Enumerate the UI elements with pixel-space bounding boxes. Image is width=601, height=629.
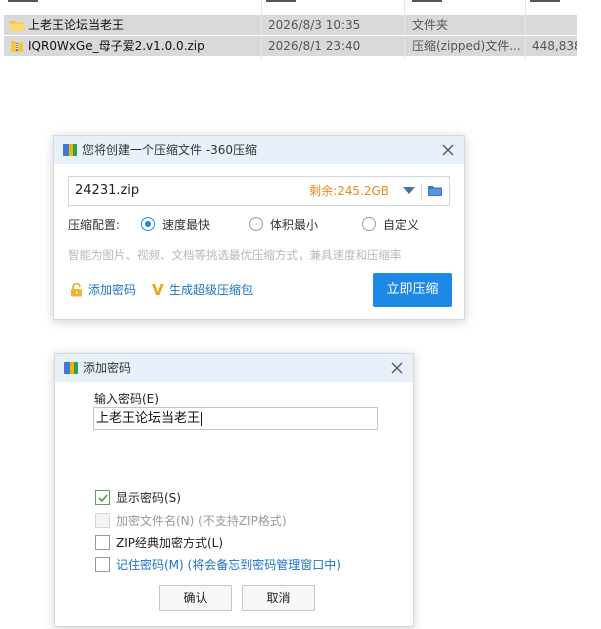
close-icon[interactable]	[389, 360, 405, 376]
radio-label: 速度最快	[162, 218, 211, 232]
config-label: 压缩配置:	[68, 218, 121, 232]
archive-name-field[interactable]: 24231.zip 剩余:245.2GB	[68, 176, 450, 206]
column-header-fragment	[412, 0, 442, 6]
column-divider	[404, 0, 405, 60]
file-size	[532, 15, 577, 35]
password-input[interactable]: 上老王论坛当老王	[93, 407, 378, 430]
zip-file-icon	[11, 41, 23, 52]
folder-icon	[10, 21, 24, 31]
file-type: 文件夹	[412, 18, 449, 32]
compress-dialog-title: 您将创建一个压缩文件 -360压缩	[82, 143, 258, 157]
file-list: 上老王论坛当老王 2026/8/3 10:35 文件夹 IQR0WxGe_母子爱…	[0, 0, 601, 60]
360zip-app-icon	[63, 144, 77, 156]
checkbox-disabled	[95, 513, 110, 528]
360zip-app-icon	[64, 362, 78, 374]
checkbox-label: 显示密码(S)	[116, 491, 181, 505]
super-package-label: 生成超级压缩包	[169, 283, 254, 297]
check-icon	[98, 494, 108, 503]
column-header-fragment	[530, 0, 560, 6]
compress-dialog-title-bar[interactable]: 您将创建一个压缩文件 -360压缩	[54, 136, 464, 164]
column-divider	[525, 0, 526, 60]
add-password-dialog: 添加密码 输入密码(E) 上老王论坛当老王 显示密码(S) 加密文件名(N) (…	[54, 353, 414, 627]
compress-now-button[interactable]: 立即压缩	[373, 273, 452, 307]
archive-name-value[interactable]: 24231.zip	[75, 177, 139, 205]
checkbox-unchecked	[95, 557, 110, 572]
radio-label: 自定义	[383, 218, 420, 232]
checkbox-label: 记住密码(M) (将会备忘到密码管理窗口中)	[116, 558, 341, 572]
file-row[interactable]: 上老王论坛当老王 2026/8/3 10:35 文件夹	[4, 15, 577, 35]
column-header-fragment	[266, 0, 296, 6]
remaining-space: 剩余:245.2GB	[309, 184, 389, 198]
lock-icon	[71, 283, 82, 297]
column-header-fragment	[8, 0, 38, 6]
password-dialog-title-bar[interactable]: 添加密码	[55, 354, 413, 382]
password-dialog-title: 添加密码	[83, 361, 132, 375]
divider	[421, 183, 422, 199]
compression-hint: 智能为图片、视频、文档等挑选最优压缩方式，兼具速度和压缩率	[68, 248, 402, 262]
radio-unselected-icon	[249, 217, 263, 231]
file-date: 2026/8/3 10:35	[268, 18, 361, 32]
close-icon[interactable]	[440, 142, 456, 158]
vip-v-icon: V	[152, 281, 164, 299]
add-password-label: 添加密码	[88, 283, 137, 297]
compress-dialog: 您将创建一个压缩文件 -360压缩 24231.zip 剩余:245.2GB 压…	[53, 135, 465, 320]
file-name: 上老王论坛当老王	[28, 18, 125, 32]
radio-unselected-icon	[362, 217, 376, 231]
file-type: 压缩(zipped)文件...	[412, 39, 521, 53]
checkbox-label: 加密文件名(N) (不支持ZIP格式)	[116, 514, 287, 528]
ok-button[interactable]: 确认	[159, 585, 232, 611]
checkbox-label: ZIP经典加密方式(L)	[116, 536, 224, 550]
browse-folder-icon[interactable]	[427, 183, 443, 199]
password-value: 上老王论坛当老王	[96, 411, 201, 426]
cancel-button[interactable]: 取消	[242, 585, 315, 611]
text-caret	[201, 411, 203, 426]
file-name: IQR0WxGe_母子爱2.v1.0.0.zip	[28, 39, 205, 53]
radio-label: 体积最小	[270, 218, 319, 232]
radio-selected-icon	[141, 217, 155, 231]
chevron-down-icon[interactable]	[403, 187, 415, 194]
checkbox-unchecked	[95, 535, 110, 550]
password-input-label: 输入密码(E)	[94, 392, 159, 406]
file-date: 2026/8/1 23:40	[268, 39, 361, 53]
file-size: 448,838	[532, 39, 577, 53]
column-divider	[261, 0, 262, 60]
checkbox-checked	[95, 490, 110, 505]
file-row[interactable]: IQR0WxGe_母子爱2.v1.0.0.zip 2026/8/1 23:40 …	[4, 36, 577, 56]
